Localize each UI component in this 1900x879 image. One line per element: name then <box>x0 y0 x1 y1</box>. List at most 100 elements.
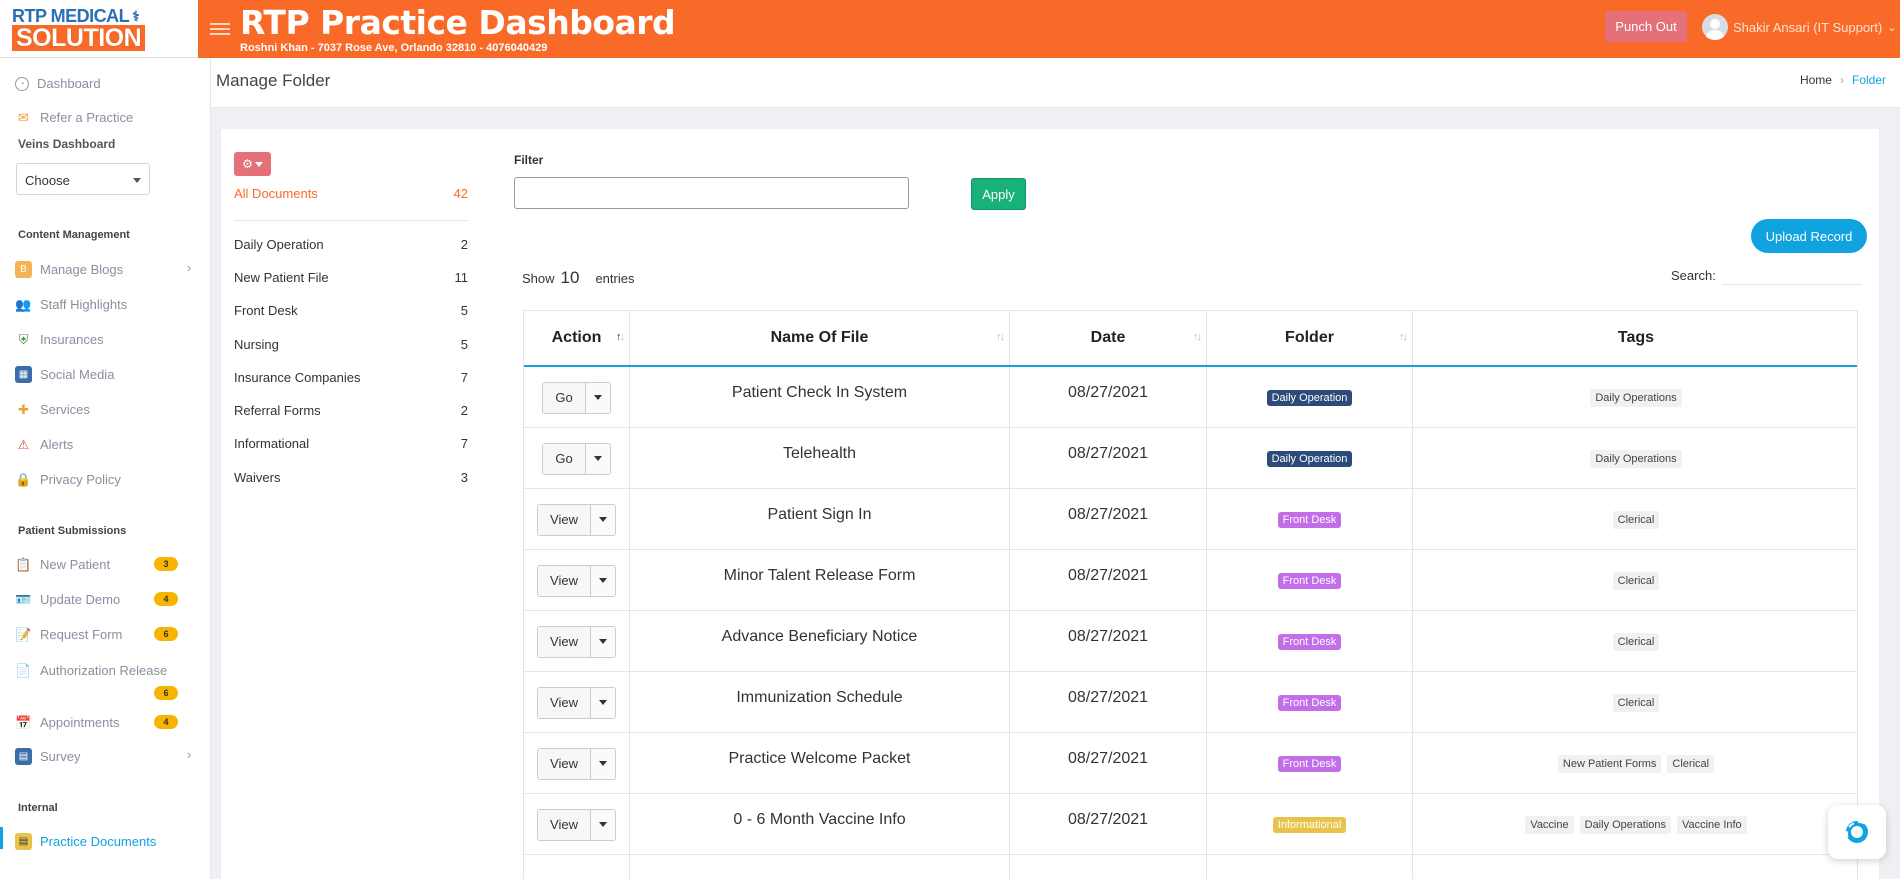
sidebar-item-new-patient[interactable]: 📋 New Patient <box>15 556 110 573</box>
tags-cell: Clerical <box>1413 611 1857 672</box>
sidebar-item-dashboard[interactable]: ◔ Dashboard <box>15 76 101 91</box>
sidebar-item-insurances[interactable]: ⛨ Insurances <box>15 331 104 348</box>
action-dropdown-toggle[interactable] <box>590 809 615 840</box>
column-header-folder[interactable]: Folder ↑↓ <box>1207 311 1413 365</box>
go-button[interactable]: Go <box>543 443 586 474</box>
sidebar-item-appointments[interactable]: 📅 Appointments <box>15 714 119 731</box>
folder-label: Insurance Companies <box>234 370 361 385</box>
view-button[interactable]: View <box>538 565 591 596</box>
sidebar-item-survey[interactable]: ▤ Survey <box>15 748 80 765</box>
sort-icon: ↑↓ <box>1399 331 1408 343</box>
filter-input[interactable] <box>514 177 909 209</box>
upload-record-button[interactable]: Upload Record <box>1751 219 1867 253</box>
table-search: Search: <box>1671 265 1862 285</box>
entries-select[interactable]: 10 <box>561 268 580 288</box>
file-date: 08/27/2021 <box>1010 794 1207 855</box>
folder-item[interactable]: Nursing 5 <box>234 337 468 352</box>
file-name: Patient Check In System <box>630 367 1010 428</box>
sidebar-item-label: Insurances <box>40 332 104 347</box>
caret-down-icon <box>133 178 141 183</box>
folder-item[interactable]: Waivers 3 <box>234 470 468 485</box>
view-button[interactable]: View <box>538 687 591 718</box>
column-header-date[interactable]: Date ↑↓ <box>1010 311 1207 365</box>
appointments-count-badge: 4 <box>154 715 178 729</box>
sidebar-item-update-demo[interactable]: 🪪 Update Demo <box>15 591 120 608</box>
chevron-right-icon: › <box>187 747 192 762</box>
page-title: Manage Folder <box>216 71 331 90</box>
view-button[interactable]: View <box>538 748 591 779</box>
punch-out-button[interactable]: Punch Out <box>1605 11 1687 42</box>
folder-item[interactable]: Informational 7 <box>234 436 468 451</box>
hamburger-menu-icon[interactable] <box>210 23 230 35</box>
search-input[interactable] <box>1721 265 1862 285</box>
action-dropdown-toggle[interactable] <box>590 687 615 718</box>
action-button-group: View <box>537 503 616 536</box>
file-date: 08/27/2021 <box>1010 428 1207 489</box>
action-dropdown-toggle[interactable] <box>585 382 610 413</box>
user-name: Shakir Ansari (IT Support) <box>1733 19 1883 35</box>
user-menu[interactable]: Shakir Ansari (IT Support) ⌄ <box>1702 14 1897 40</box>
apply-button[interactable]: Apply <box>971 178 1026 210</box>
table-row: View Patient Sign In 08/27/2021 Front De… <box>524 489 1857 550</box>
action-dropdown-toggle[interactable] <box>590 565 615 596</box>
sidebar-item-label: Manage Blogs <box>40 262 124 277</box>
action-cell: View <box>524 672 630 733</box>
folder-item[interactable]: Daily Operation 2 <box>234 237 468 252</box>
filter-label: Filter <box>514 153 544 167</box>
action-cell: Go <box>524 428 630 489</box>
logo-top-label: RTP MEDICAL <box>12 5 130 26</box>
new-patient-count-badge: 3 <box>154 557 178 571</box>
document-check-icon: 📄 <box>15 662 32 678</box>
folder-label: Nursing <box>234 337 279 352</box>
help-widget-button[interactable] <box>1828 805 1886 859</box>
logo[interactable]: RTP MEDICAL ⚕ SOLUTION <box>0 0 198 58</box>
folder-settings-button[interactable]: ⚙ <box>234 152 271 176</box>
sidebar-item-alerts[interactable]: ⚠ Alerts <box>15 436 74 453</box>
view-button[interactable]: View <box>538 809 591 840</box>
folder-all-documents[interactable]: All Documents 42 <box>234 186 468 201</box>
folder-item[interactable]: Insurance Companies 7 <box>234 370 468 385</box>
go-button[interactable]: Go <box>543 382 586 413</box>
folder-badge: Front Desk <box>1277 572 1342 589</box>
sidebar-item-request-form[interactable]: 📝 Request Form <box>15 626 122 643</box>
action-dropdown-toggle[interactable] <box>590 504 615 535</box>
envelope-icon: ✉ <box>18 109 29 125</box>
folder-cell: Front Desk <box>1207 550 1413 611</box>
folder-count: 5 <box>460 337 468 352</box>
sidebar-item-social-media[interactable]: ▦ Social Media <box>15 366 114 383</box>
sidebar-item-manage-blogs[interactable]: B Manage Blogs <box>15 261 123 278</box>
sidebar-item-privacy-policy[interactable]: 🔒 Privacy Policy <box>15 471 121 488</box>
sidebar-item-label: Social Media <box>40 367 115 382</box>
breadcrumb-home[interactable]: Home <box>1800 73 1832 87</box>
sidebar-item-practice-documents[interactable]: ▤ Practice Documents <box>15 833 156 850</box>
view-button[interactable]: View <box>538 504 591 535</box>
tag: New Patient Forms <box>1557 754 1662 773</box>
action-cell <box>524 855 630 879</box>
tag: Clerical <box>1667 754 1715 773</box>
sidebar-item-staff-highlights[interactable]: 👥 Staff Highlights <box>15 296 127 313</box>
sidebar-item-refer[interactable]: ✉ Refer a Practice <box>15 109 133 126</box>
folder-cell: Front Desk <box>1207 611 1413 672</box>
action-dropdown-toggle[interactable] <box>590 626 615 657</box>
veins-select[interactable]: Choose <box>16 163 150 195</box>
sidebar-item-services[interactable]: ✚ Services <box>15 401 90 418</box>
table-row <box>524 855 1857 879</box>
folder-label: New Patient File <box>234 270 329 285</box>
folder-item[interactable]: Referral Forms 2 <box>234 403 468 418</box>
action-dropdown-toggle[interactable] <box>585 443 610 474</box>
tags-cell: Daily Operations <box>1413 367 1857 428</box>
sidebar-item-label: Alerts <box>40 437 74 452</box>
column-header-name[interactable]: Name Of File ↑↓ <box>630 311 1010 365</box>
request-form-count-badge: 6 <box>154 627 178 641</box>
social-media-icon: ▦ <box>15 366 32 383</box>
tags-cell: Clerical <box>1413 489 1857 550</box>
sidebar-item-authorization-release[interactable]: 📄 Authorization Release <box>15 662 167 679</box>
table-header: Action ↑↓ Name Of File ↑↓ Date ↑↓ Folder ↑↓ … <box>524 311 1857 367</box>
column-header-action[interactable]: Action ↑↓ <box>524 311 630 365</box>
view-button[interactable]: View <box>538 626 591 657</box>
folder-item[interactable]: Front Desk 5 <box>234 303 468 318</box>
tag: Vaccine Info <box>1676 815 1747 834</box>
action-dropdown-toggle[interactable] <box>590 748 615 779</box>
folder-item[interactable]: New Patient File 11 <box>234 270 468 285</box>
tag: Vaccine <box>1525 815 1574 834</box>
